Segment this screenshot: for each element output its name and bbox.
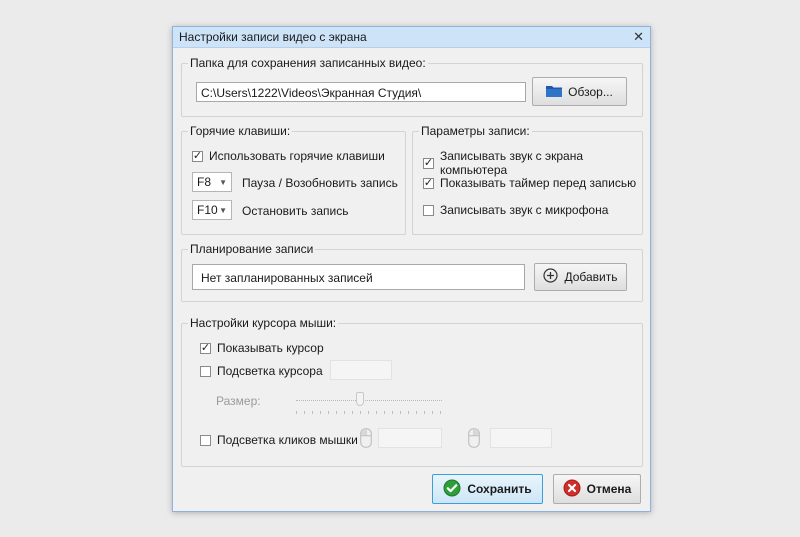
cursor-legend: Настройки курсора мыши: — [188, 316, 339, 330]
folder-icon — [546, 84, 563, 100]
record-mic-check[interactable] — [423, 204, 434, 216]
show-timer-label: Показывать таймер перед записью — [440, 176, 637, 190]
size-label: Размер: — [216, 394, 261, 408]
chevron-down-icon: ▼ — [219, 205, 227, 215]
show-cursor-label: Показывать курсор — [217, 341, 324, 355]
hotkeys-legend: Горячие клавиши: — [188, 124, 293, 138]
right-click-color-field — [490, 428, 552, 448]
pause-key-select[interactable]: F8 ▼ — [192, 172, 232, 192]
click-highlight-check[interactable] — [200, 434, 211, 446]
settings-dialog: Настройки записи видео с экрана ✕ Папка … — [172, 26, 651, 512]
use-hotkeys-label: Использовать горячие клавиши — [209, 149, 385, 163]
highlight-cursor-checkbox[interactable]: Подсветка курсора — [200, 364, 323, 378]
chevron-down-icon: ▼ — [219, 177, 227, 187]
plus-circle-icon — [543, 268, 559, 286]
left-click-mouse-icon — [360, 428, 372, 451]
show-timer-check[interactable]: ✓ — [423, 177, 434, 189]
size-slider-thumb[interactable] — [356, 392, 364, 406]
hotkeys-group: Горячие клавиши: ✓ Использовать горячие … — [181, 124, 406, 235]
pause-key-value: F8 — [197, 175, 212, 189]
show-cursor-checkbox[interactable]: ✓ Показывать курсор — [200, 341, 324, 355]
left-click-color-field — [378, 428, 442, 448]
show-cursor-check[interactable]: ✓ — [200, 342, 211, 354]
record-mic-checkbox[interactable]: Записывать звук с микрофона — [423, 203, 608, 217]
highlight-color-field — [330, 360, 392, 380]
add-label: Добавить — [564, 270, 618, 284]
cancel-button[interactable]: Отмена — [553, 474, 641, 504]
highlight-cursor-check[interactable] — [200, 365, 211, 377]
title-bar: Настройки записи видео с экрана ✕ — [173, 27, 650, 48]
window-title: Настройки записи видео с экрана — [179, 30, 367, 44]
highlight-cursor-label: Подсветка курсора — [217, 364, 323, 378]
record-system-audio-check[interactable]: ✓ — [423, 157, 434, 169]
size-slider-track — [296, 400, 442, 401]
cancel-label: Отмена — [586, 482, 632, 496]
show-timer-checkbox[interactable]: ✓ Показывать таймер перед записью — [423, 176, 636, 190]
click-highlight-label: Подсветка кликов мышки — [217, 433, 358, 447]
check-circle-icon — [443, 479, 461, 500]
folder-path-input[interactable]: C:\Users\1222\Videos\Экранная Студия\ — [196, 82, 526, 102]
stop-key-value: F10 — [197, 203, 218, 217]
browse-label: Обзор... — [568, 84, 613, 99]
pause-label: Пауза / Возобновить запись — [242, 176, 398, 190]
folder-legend: Папка для сохранения записанных видео: — [188, 56, 428, 70]
save-button[interactable]: Сохранить — [432, 474, 543, 504]
cursor-group: Настройки курсора мыши: ✓ Показывать кур… — [181, 316, 643, 467]
click-highlight-checkbox[interactable]: Подсветка кликов мышки — [200, 433, 358, 447]
add-schedule-button[interactable]: Добавить — [534, 263, 627, 291]
record-mic-label: Записывать звук с микрофона — [440, 203, 609, 217]
record-params-legend: Параметры записи: — [419, 124, 532, 138]
record-system-audio-checkbox[interactable]: ✓ Записывать звук с экрана компьютера — [423, 149, 642, 177]
right-click-mouse-icon — [468, 428, 480, 451]
schedule-group: Планирование записи Нет запланированных … — [181, 242, 643, 302]
x-circle-icon — [563, 479, 581, 500]
use-hotkeys-check[interactable]: ✓ — [192, 150, 203, 162]
save-label: Сохранить — [467, 482, 532, 496]
stop-label: Остановить запись — [242, 204, 349, 218]
schedule-legend: Планирование записи — [188, 242, 316, 256]
schedule-status-field: Нет запланированных записей — [192, 264, 525, 290]
size-slider-ticks — [296, 411, 442, 414]
record-system-audio-label: Записывать звук с экрана компьютера — [440, 149, 584, 177]
browse-button[interactable]: Обзор... — [532, 77, 627, 106]
use-hotkeys-checkbox[interactable]: ✓ Использовать горячие клавиши — [192, 149, 385, 163]
record-params-group: Параметры записи: ✓ Записывать звук с эк… — [412, 124, 643, 235]
close-icon[interactable]: ✕ — [633, 29, 644, 45]
stop-key-select[interactable]: F10 ▼ — [192, 200, 232, 220]
folder-group: Папка для сохранения записанных видео: C… — [181, 56, 643, 117]
